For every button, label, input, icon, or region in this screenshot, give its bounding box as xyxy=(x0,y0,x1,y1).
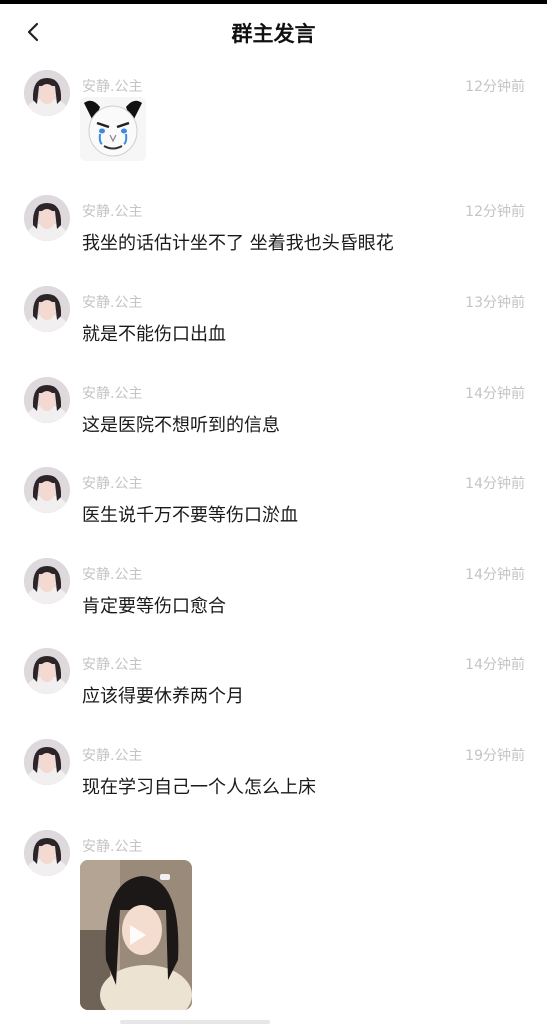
avatar-image xyxy=(24,286,70,332)
avatar-image xyxy=(24,648,70,694)
message-time: 12分钟前 xyxy=(465,79,525,95)
message-text: 这是医院不想听到的信息 xyxy=(82,415,280,436)
avatar[interactable] xyxy=(24,70,70,116)
sender-name[interactable]: 安静.公主 xyxy=(82,292,142,312)
avatar[interactable] xyxy=(24,467,70,513)
message-text: 我坐的话估计坐不了 坐着我也头昏眼花 xyxy=(82,233,394,254)
home-indicator xyxy=(120,1020,270,1024)
header: 群主发言 xyxy=(0,4,547,60)
avatar[interactable] xyxy=(24,648,70,694)
sender-name[interactable]: 安静.公主 xyxy=(82,654,142,674)
play-icon[interactable] xyxy=(120,919,152,951)
message-time: 13分钟前 xyxy=(465,295,525,311)
video-thumbnail[interactable] xyxy=(80,860,192,1010)
message-time: 14分钟前 xyxy=(465,567,525,583)
sticker-image[interactable] xyxy=(80,97,146,161)
sender-name[interactable]: 安静.公主 xyxy=(82,836,142,856)
avatar-image xyxy=(24,195,70,241)
sender-name[interactable]: 安静.公主 xyxy=(82,76,142,96)
avatar[interactable] xyxy=(24,558,70,604)
avatar[interactable] xyxy=(24,286,70,332)
sender-name[interactable]: 安静.公主 xyxy=(82,383,142,403)
avatar[interactable] xyxy=(24,830,70,876)
message-text: 应该得要休养两个月 xyxy=(82,686,244,707)
message-text: 现在学习自己一个人怎么上床 xyxy=(82,777,316,798)
message-time: 12分钟前 xyxy=(465,204,525,220)
sender-name[interactable]: 安静.公主 xyxy=(82,745,142,765)
avatar-image xyxy=(24,467,70,513)
page-title: 群主发言 xyxy=(231,22,316,46)
avatar-image xyxy=(24,377,70,423)
sender-name[interactable]: 安静.公主 xyxy=(82,564,142,584)
avatar-image xyxy=(24,830,70,876)
message-text: 肯定要等伤口愈合 xyxy=(82,596,226,617)
sender-name[interactable]: 安静.公主 xyxy=(82,201,142,221)
message-time: 14分钟前 xyxy=(465,657,525,673)
message-time: 14分钟前 xyxy=(465,476,525,492)
avatar-image xyxy=(24,739,70,785)
avatar[interactable] xyxy=(24,195,70,241)
sender-name[interactable]: 安静.公主 xyxy=(82,473,142,493)
message-time: 19分钟前 xyxy=(465,748,525,764)
avatar[interactable] xyxy=(24,377,70,423)
avatar-image xyxy=(24,558,70,604)
message-time: 14分钟前 xyxy=(465,386,525,402)
avatar-image xyxy=(24,70,70,116)
message-text: 就是不能伤口出血 xyxy=(82,324,226,345)
avatar[interactable] xyxy=(24,739,70,785)
message-text: 医生说千万不要等伤口淤血 xyxy=(82,505,298,526)
